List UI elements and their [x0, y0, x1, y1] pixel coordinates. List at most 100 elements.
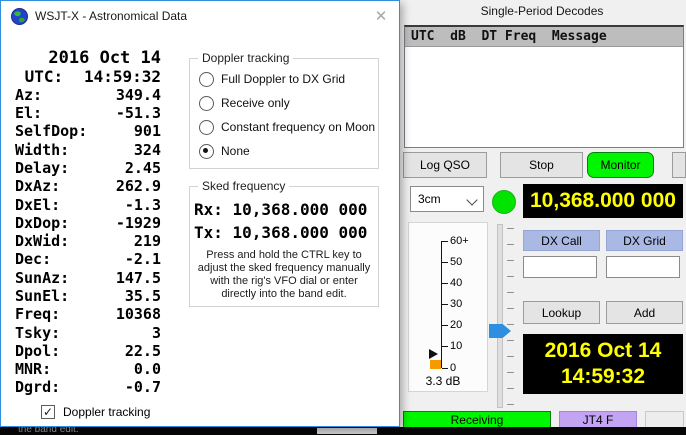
- astro-row: DxDop: -1929: [15, 214, 161, 232]
- stop-button[interactable]: Stop: [500, 152, 583, 178]
- sked-frequency-group: Sked frequency Rx: 10,368.000 000 Tx: 10…: [189, 186, 379, 307]
- frequency-display: 10,368.000 000: [523, 184, 683, 218]
- signal-meter: 60+ 50 40 30 20: [408, 222, 488, 392]
- astro-value: 349.4: [116, 86, 161, 104]
- astro-value: 14:59:32: [84, 67, 161, 86]
- band-select-value: 3cm: [418, 192, 441, 206]
- astro-label: Dgrd:: [15, 378, 60, 396]
- astro-value: -51.3: [116, 104, 161, 122]
- rig-status-indicator: [492, 190, 516, 214]
- meter-tick: 60+: [442, 235, 469, 247]
- tick-mark: [442, 346, 448, 347]
- astro-row: Freq: 10368: [15, 305, 161, 323]
- tick-mark: [442, 262, 448, 263]
- date-time-display: 2016 Oct 14 14:59:32: [523, 334, 683, 394]
- astro-label: Width:: [15, 141, 69, 159]
- astro-value: -0.7: [125, 378, 161, 396]
- astro-label: Az:: [15, 86, 42, 104]
- lookup-button[interactable]: Lookup: [523, 301, 600, 324]
- astro-value: -2.1: [125, 250, 161, 268]
- meter-tick: 40: [442, 277, 462, 289]
- meter-level-bar: [430, 360, 441, 369]
- astro-label: MNR:: [15, 360, 51, 378]
- meter-pointer-icon: [429, 349, 438, 359]
- astro-row: SunAz: 147.5: [15, 269, 161, 287]
- astro-value: 35.5: [125, 287, 161, 305]
- astro-label: Tsky:: [15, 324, 60, 342]
- astro-row: UTC: 14:59:32: [15, 67, 161, 85]
- band-select-dropdown[interactable]: 3cm: [410, 186, 484, 212]
- radio-button-icon: [199, 72, 214, 87]
- meter-tick: 50: [442, 256, 462, 268]
- meter-level-label: 3.3 dB: [409, 374, 477, 388]
- astro-label: DxAz:: [15, 177, 60, 195]
- decodes-panel-title: Single-Period Decodes: [398, 4, 686, 18]
- doppler-tracking-checkbox[interactable]: Doppler tracking: [41, 403, 150, 420]
- astro-row: Width: 324: [15, 140, 161, 158]
- astro-row: SunEl: 35.5: [15, 287, 161, 305]
- checkbox-label: Doppler tracking: [63, 405, 150, 419]
- astro-label: SelfDop:: [15, 122, 87, 140]
- astro-row: Tsky: 3: [15, 323, 161, 341]
- astro-row: SelfDop: 901: [15, 122, 161, 140]
- doppler-radio-option[interactable]: Constant frequency on Moon: [190, 115, 378, 139]
- tick-mark: [442, 368, 448, 369]
- astro-label: SunAz:: [15, 269, 69, 287]
- astro-label: DxEl:: [15, 196, 60, 214]
- astro-value: -1929: [116, 214, 161, 232]
- dx-grid-input[interactable]: [606, 256, 680, 278]
- astro-row: Dgrd: -0.7: [15, 378, 161, 396]
- astro-label: Dec:: [15, 250, 51, 268]
- monitor-button[interactable]: Monitor: [587, 152, 654, 178]
- status-empty-panel: [645, 411, 684, 428]
- dialog-titlebar[interactable]: WSJT-X - Astronomical Data ✕: [1, 1, 399, 31]
- meter-scale: 60+ 50 40 30 20: [441, 241, 484, 368]
- astro-value: 147.5: [116, 269, 161, 287]
- decodes-column-headers: UTC dB DT Freq Message: [405, 27, 683, 47]
- astro-label: Freq:: [15, 305, 60, 323]
- tick-mark: [442, 241, 448, 242]
- radio-button-icon: [199, 120, 214, 135]
- astro-value: 219: [134, 232, 161, 250]
- doppler-radio-option[interactable]: Receive only: [190, 91, 378, 115]
- astro-row: 2016 Oct 14: [15, 49, 161, 67]
- dx-call-input[interactable]: [523, 256, 597, 278]
- radio-button-icon: [199, 144, 214, 159]
- meter-tick: 20: [442, 320, 462, 332]
- chevron-down-icon: [466, 194, 477, 205]
- doppler-tracking-group: Doppler tracking Full Doppler to DX Grid…: [189, 58, 379, 169]
- log-qso-button[interactable]: Log QSO: [403, 152, 487, 178]
- astro-row: El: -51.3: [15, 104, 161, 122]
- astro-row: Dec: -2.1: [15, 250, 161, 268]
- add-button[interactable]: Add: [606, 301, 683, 324]
- tune-slider-groove[interactable]: [497, 224, 503, 408]
- astro-row: Delay: 2.45: [15, 159, 161, 177]
- dx-call-header-button[interactable]: DX Call: [523, 230, 600, 251]
- background-text-fragment: the band edit.: [18, 427, 79, 435]
- doppler-radio-option[interactable]: None: [190, 139, 378, 163]
- astro-row: MNR: 0.0: [15, 360, 161, 378]
- background-window-strip: the band edit.: [0, 427, 686, 435]
- partial-button[interactable]: [672, 152, 686, 178]
- dx-grid-header-button[interactable]: DX Grid: [606, 230, 683, 251]
- astro-label: DxDop:: [15, 214, 69, 232]
- clock-date: 2016 Oct 14: [545, 338, 662, 364]
- decodes-list[interactable]: UTC dB DT Freq Message: [404, 25, 684, 148]
- astro-value: 22.5: [125, 342, 161, 360]
- wsjtx-globe-icon: [11, 8, 28, 25]
- astro-value: 324: [134, 141, 161, 159]
- clock-time: 14:59:32: [561, 364, 645, 390]
- background-fragment-block: [317, 428, 377, 434]
- dialog-title: WSJT-X - Astronomical Data: [35, 1, 187, 31]
- doppler-radio-option[interactable]: Full Doppler to DX Grid: [190, 67, 378, 91]
- tick-mark: [442, 304, 448, 305]
- astro-label: Delay:: [15, 159, 69, 177]
- astro-value: 901: [134, 122, 161, 140]
- meter-tick: 0: [442, 362, 456, 374]
- meter-tick: 30: [442, 299, 462, 311]
- astro-data-text: 2016 Oct 14 UTC: 14:59:32 Az: 349.4 El: …: [15, 49, 161, 397]
- sked-rx-frequency: Rx: 10,368.000 000: [194, 198, 378, 221]
- main-window: Single-Period Decodes UTC dB DT Freq Mes…: [398, 0, 686, 435]
- close-icon[interactable]: ✕: [371, 6, 391, 26]
- status-receiving-badge: Receiving: [403, 411, 551, 428]
